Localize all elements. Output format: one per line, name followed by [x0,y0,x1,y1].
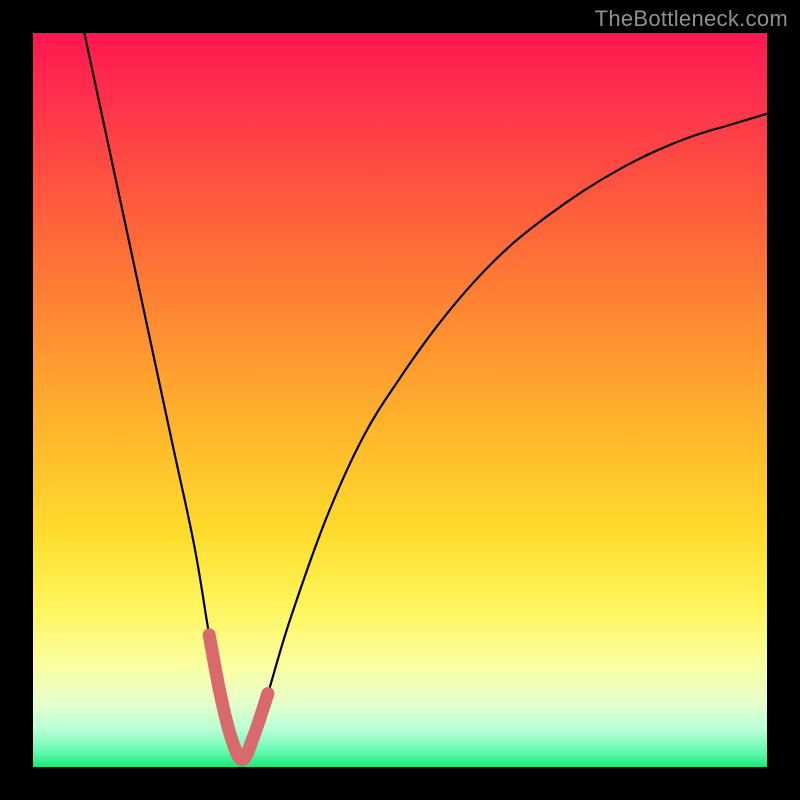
plot-area [33,33,767,767]
chart-frame: TheBottleneck.com [0,0,800,800]
highlight-band [209,635,268,760]
watermark-text: TheBottleneck.com [595,6,788,32]
main-curve [84,33,767,760]
curve-svg [33,33,767,767]
